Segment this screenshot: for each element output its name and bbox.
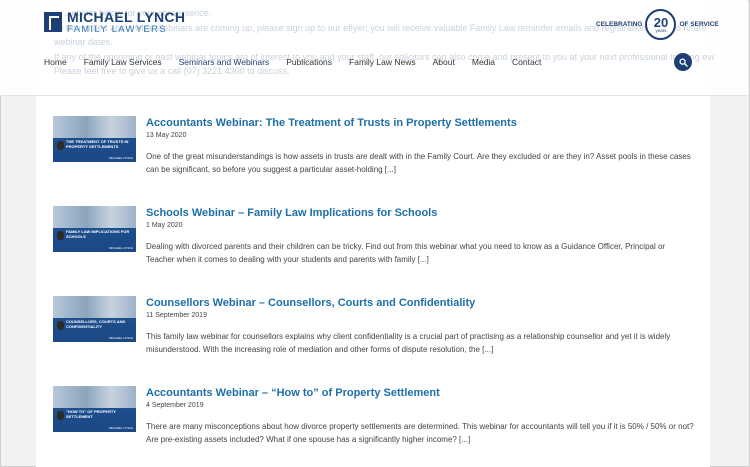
presenter-avatar [57,321,64,330]
presenter-avatar [57,231,64,240]
thumbnail-brand: MICHAEL LYNCH [108,336,133,340]
post-thumbnail[interactable]: THE TREATMENT OF TRUSTS IN PROPERTY SETT… [53,116,136,162]
nav-media[interactable]: Media [472,57,495,67]
post-date: 1 May 2020 [146,222,183,229]
site-logo[interactable]: MICHAEL LYNCH FAMILY LAWYERS [44,10,185,34]
post-title-link[interactable]: Counsellors Webinar – Counsellors, Court… [146,296,694,310]
thumbnail-title: FAMILY LAW IMPLICATIONS FOR SCHOOLS [66,229,130,239]
post-date: 13 May 2020 [146,132,187,139]
badge-number: 20 [653,14,669,30]
post-title-link[interactable]: Accountants Webinar: The Treatment of Tr… [146,116,694,130]
thumbnail-photo [53,386,136,408]
nav-contact[interactable]: Contact [512,57,541,67]
badge-of-service: OF SERVICE [679,21,719,28]
post-excerpt: There are many misconceptions about how … [146,422,694,444]
post-thumbnail[interactable]: COUNSELLORS, COURTS AND CONFIDENTIALITY … [53,296,136,342]
nav-home[interactable]: Home [44,57,67,67]
thumbnail-brand: MICHAEL LYNCH [108,156,133,160]
nav-publications[interactable]: Publications [286,57,332,67]
nav-about[interactable]: About [433,57,455,67]
post-title-link[interactable]: Schools Webinar – Family Law Implication… [146,206,694,220]
anniversary-badge: CELEBRATING 20 years OF SERVICE [596,9,719,40]
thumbnail-title: COUNSELLORS, COURTS AND CONFIDENTIALITY [66,319,126,329]
post-excerpt: One of the great misunderstandings is ho… [146,152,691,174]
post-date: 4 September 2019 [146,402,204,409]
thumbnail-photo [53,296,136,318]
logo-mark-icon [44,12,62,32]
post-thumbnail[interactable]: FAMILY LAW IMPLICATIONS FOR SCHOOLS MICH… [53,206,136,252]
thumbnail-photo [53,206,136,228]
presenter-avatar [57,411,64,420]
post-title-link[interactable]: Accountants Webinar – “How to” of Proper… [146,386,694,400]
thumbnail-photo [53,116,136,138]
badge-celebrating: CELEBRATING [596,21,643,28]
badge-circle: 20 years [645,9,677,40]
thumbnail-title: THE TREATMENT OF TRUSTS IN PROPERTY SETT… [66,139,129,149]
presenter-avatar [57,141,64,150]
site-header: ... ...ebinar below for your convenience… [0,0,748,96]
nav-seminars-and-webinars[interactable]: Seminars and Webinars [179,57,270,67]
thumbnail-title: "HOW TO" OF PROPERTY SETTLEMENT [66,409,116,419]
badge-years: years [655,27,667,33]
post-thumbnail[interactable]: "HOW TO" OF PROPERTY SETTLEMENT MICHAEL … [53,386,136,432]
main-nav: Home Family Law Services Seminars and We… [44,57,558,67]
post-date: 11 September 2019 [146,312,207,319]
nav-family-law-news[interactable]: Family Law News [349,57,416,67]
thumbnail-brand: MICHAEL LYNCH [108,246,133,250]
logo-name: MICHAEL LYNCH [67,8,186,25]
post-excerpt: Dealing with divorced parents and their … [146,242,666,264]
thumbnail-brand: MICHAEL LYNCH [108,426,133,430]
search-icon [678,57,688,67]
search-button[interactable] [674,53,692,71]
nav-family-law-services[interactable]: Family Law Services [84,57,162,67]
post-excerpt: This family law webinar for counsellors … [146,332,671,354]
logo-subtitle: FAMILY LAWYERS [67,23,167,35]
